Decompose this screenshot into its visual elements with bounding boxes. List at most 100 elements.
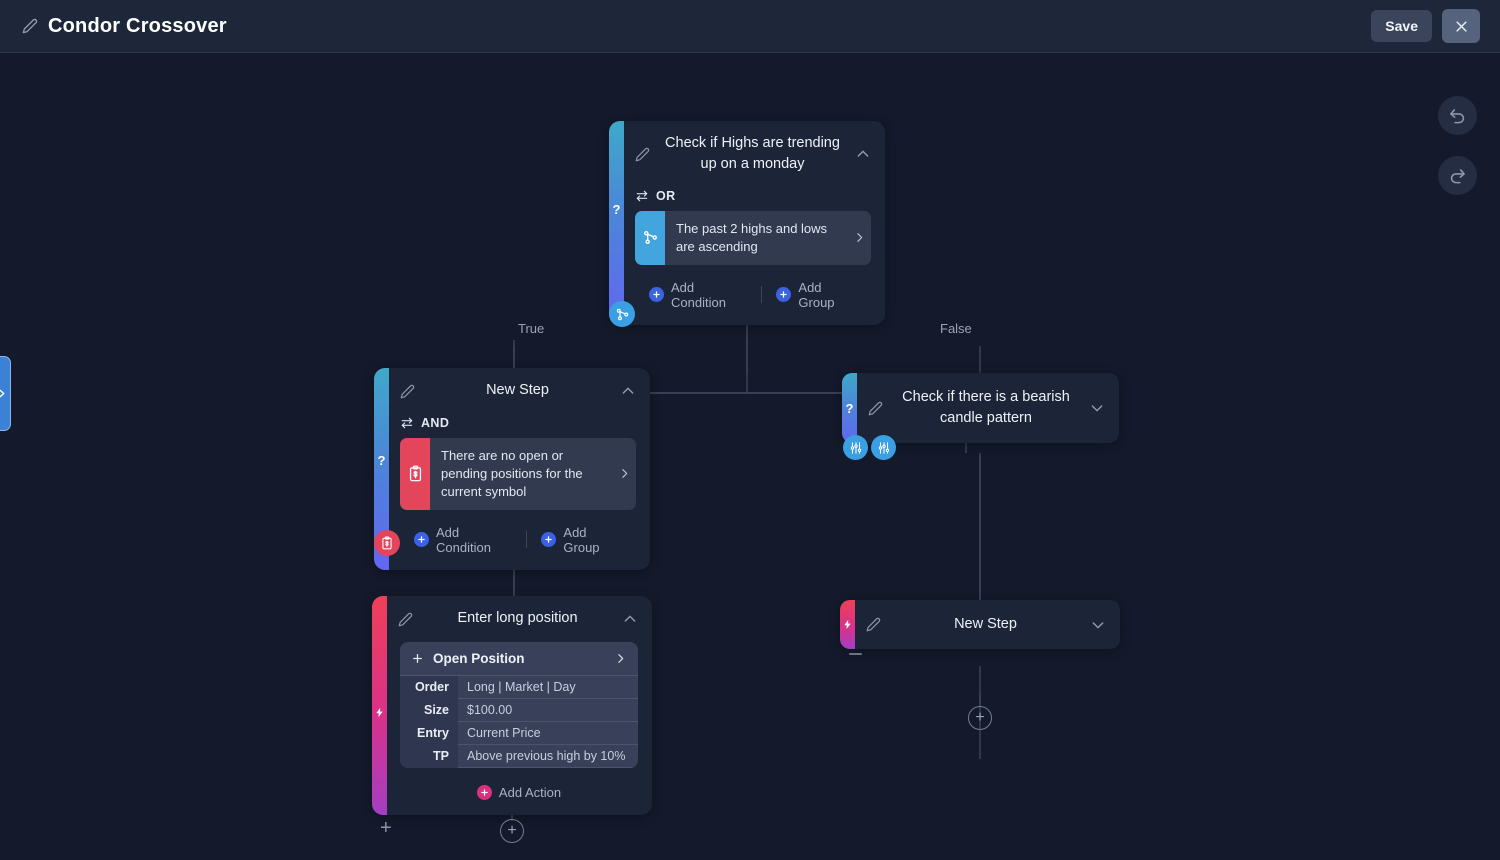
add-branch-plus-left[interactable]: + [380, 818, 392, 838]
card-header: Check if Highs are trending up on a mond… [609, 121, 885, 187]
add-condition-label: Add Condition [671, 279, 726, 310]
condition-row[interactable]: There are no open or pending positions f… [400, 438, 636, 510]
node-left-new-step[interactable]: ? New Step AND There are no open or pend… [374, 368, 650, 570]
plus-icon [776, 287, 792, 303]
chevron-right-icon[interactable] [614, 652, 627, 665]
clipboard-dollar-icon [382, 536, 392, 550]
undo-icon [1450, 109, 1465, 124]
collapse-chevron-up-icon[interactable] [622, 611, 638, 627]
add-node-button-right[interactable]: + [968, 706, 992, 730]
chevron-right-icon[interactable] [612, 438, 636, 510]
swap-arrows-icon [636, 190, 648, 202]
action-open-position: Open Position Order Long | Market | Day … [400, 642, 638, 768]
card-header: Enter long position [372, 596, 652, 642]
edit-pencil-icon[interactable] [635, 147, 650, 162]
card-footer: Add Condition Add Group [400, 520, 636, 558]
node-title: Check if Highs are trending up on a mond… [665, 135, 840, 173]
param-value: Long | Market | Day [458, 676, 638, 699]
card-footer: Add Condition Add Group [635, 275, 871, 313]
redo-icon [1450, 169, 1465, 184]
collapse-chevron-up-icon[interactable] [620, 383, 636, 399]
node-enter-long-position[interactable]: Enter long position Open Position Order … [372, 596, 652, 815]
condition-text: The past 2 highs and lows are ascending [676, 221, 828, 254]
node-title: Check if there is a bearish candle patte… [902, 389, 1070, 427]
condition-card: ? Check if Highs are trending up on a mo… [609, 121, 885, 325]
redo-button[interactable] [1438, 156, 1477, 195]
app-header: Condor Crossover Save [0, 0, 1500, 53]
condition-card: ? New Step AND There are no open or pend… [374, 368, 650, 570]
right-settings-badge-2[interactable] [871, 435, 896, 460]
branch-label-true: True [518, 321, 545, 336]
collapse-dash-marker[interactable] [849, 653, 862, 655]
plus-icon [414, 532, 429, 548]
branch-label-false: False [940, 321, 972, 336]
node-title: Enter long position [457, 610, 578, 627]
plus-icon [411, 652, 424, 665]
chevron-right-icon [0, 389, 5, 398]
table-row: Size $100.00 [400, 698, 638, 722]
logic-operator-label: AND [421, 416, 450, 430]
left-step-condition-badge[interactable] [374, 530, 400, 556]
right-settings-badge-1[interactable] [843, 435, 868, 460]
condition-card-collapsed: ? Check if there is a bearish candle pat… [842, 373, 1119, 444]
plus-icon [649, 287, 664, 303]
param-key: Entry [400, 721, 458, 745]
node-title: New Step [954, 616, 1017, 632]
flow-canvas[interactable]: True False ? Check if Highs are trending… [0, 53, 1500, 860]
expand-chevron-down-icon[interactable] [1089, 400, 1105, 416]
accent-bar-action [372, 596, 387, 815]
close-icon [1455, 20, 1467, 32]
add-condition-button[interactable]: Add Condition [400, 522, 526, 558]
action-title: Open Position [433, 651, 525, 666]
chevron-right-icon[interactable] [847, 211, 871, 265]
header-left-group: Condor Crossover [0, 15, 227, 38]
flow-nodes-icon [635, 211, 665, 265]
edit-pencil-icon[interactable] [398, 612, 413, 627]
param-key: TP [400, 744, 458, 768]
logic-operator-label: OR [656, 189, 676, 204]
open-position-header[interactable]: Open Position [400, 642, 638, 676]
position-parameters-table: Order Long | Market | Day Size $100.00 E… [400, 676, 638, 768]
plus-icon [541, 532, 557, 548]
clipboard-dollar-icon [400, 438, 430, 510]
card-body: OR The past 2 highs and lows are ascendi… [609, 189, 885, 325]
root-connector-badge[interactable] [609, 301, 635, 327]
undo-button[interactable] [1438, 96, 1477, 135]
edit-pencil-icon[interactable] [866, 617, 881, 632]
flow-nodes-icon [616, 308, 628, 320]
add-group-label: Add Group [563, 524, 600, 555]
edit-pencil-icon[interactable] [400, 384, 415, 399]
save-button[interactable]: Save [1371, 10, 1432, 42]
node-right-condition[interactable]: ? Check if there is a bearish candle pat… [842, 373, 1119, 444]
edit-pencil-icon[interactable] [868, 401, 883, 416]
logic-operator-row[interactable]: AND [400, 416, 636, 430]
param-value: Current Price [458, 721, 638, 745]
swap-arrows-icon [401, 417, 413, 429]
table-row: Entry Current Price [400, 721, 638, 745]
param-value: Above previous high by 10% [458, 744, 638, 768]
card-header: New Step [840, 600, 1120, 649]
add-group-button[interactable]: Add Group [762, 277, 871, 313]
rename-pencil-icon[interactable] [22, 18, 38, 34]
close-button[interactable] [1442, 9, 1480, 43]
add-condition-button[interactable]: Add Condition [635, 277, 761, 313]
card-footer: Add Action [400, 780, 638, 803]
collapse-chevron-up-icon[interactable] [855, 146, 871, 162]
left-panel-toggle[interactable] [0, 356, 11, 431]
table-row: TP Above previous high by 10% [400, 744, 638, 768]
add-group-button[interactable]: Add Group [527, 522, 636, 558]
action-card-collapsed: New Step [840, 600, 1120, 650]
card-header: Check if there is a bearish candle patte… [842, 373, 1119, 443]
logic-operator-row[interactable]: OR [635, 189, 871, 203]
add-action-button[interactable]: Add Action [463, 782, 575, 803]
node-root-condition[interactable]: ? Check if Highs are trending up on a mo… [609, 121, 885, 325]
expand-chevron-down-icon[interactable] [1090, 617, 1106, 633]
table-row: Order Long | Market | Day [400, 676, 638, 699]
condition-text: There are no open or pending positions f… [441, 448, 583, 499]
sliders-icon [850, 441, 861, 454]
condition-row[interactable]: The past 2 highs and lows are ascending [635, 211, 871, 265]
param-key: Order [400, 676, 458, 699]
add-group-label: Add Group [798, 279, 835, 310]
node-right-new-step[interactable]: New Step [840, 600, 1120, 650]
add-node-button-left[interactable]: + [500, 819, 524, 843]
